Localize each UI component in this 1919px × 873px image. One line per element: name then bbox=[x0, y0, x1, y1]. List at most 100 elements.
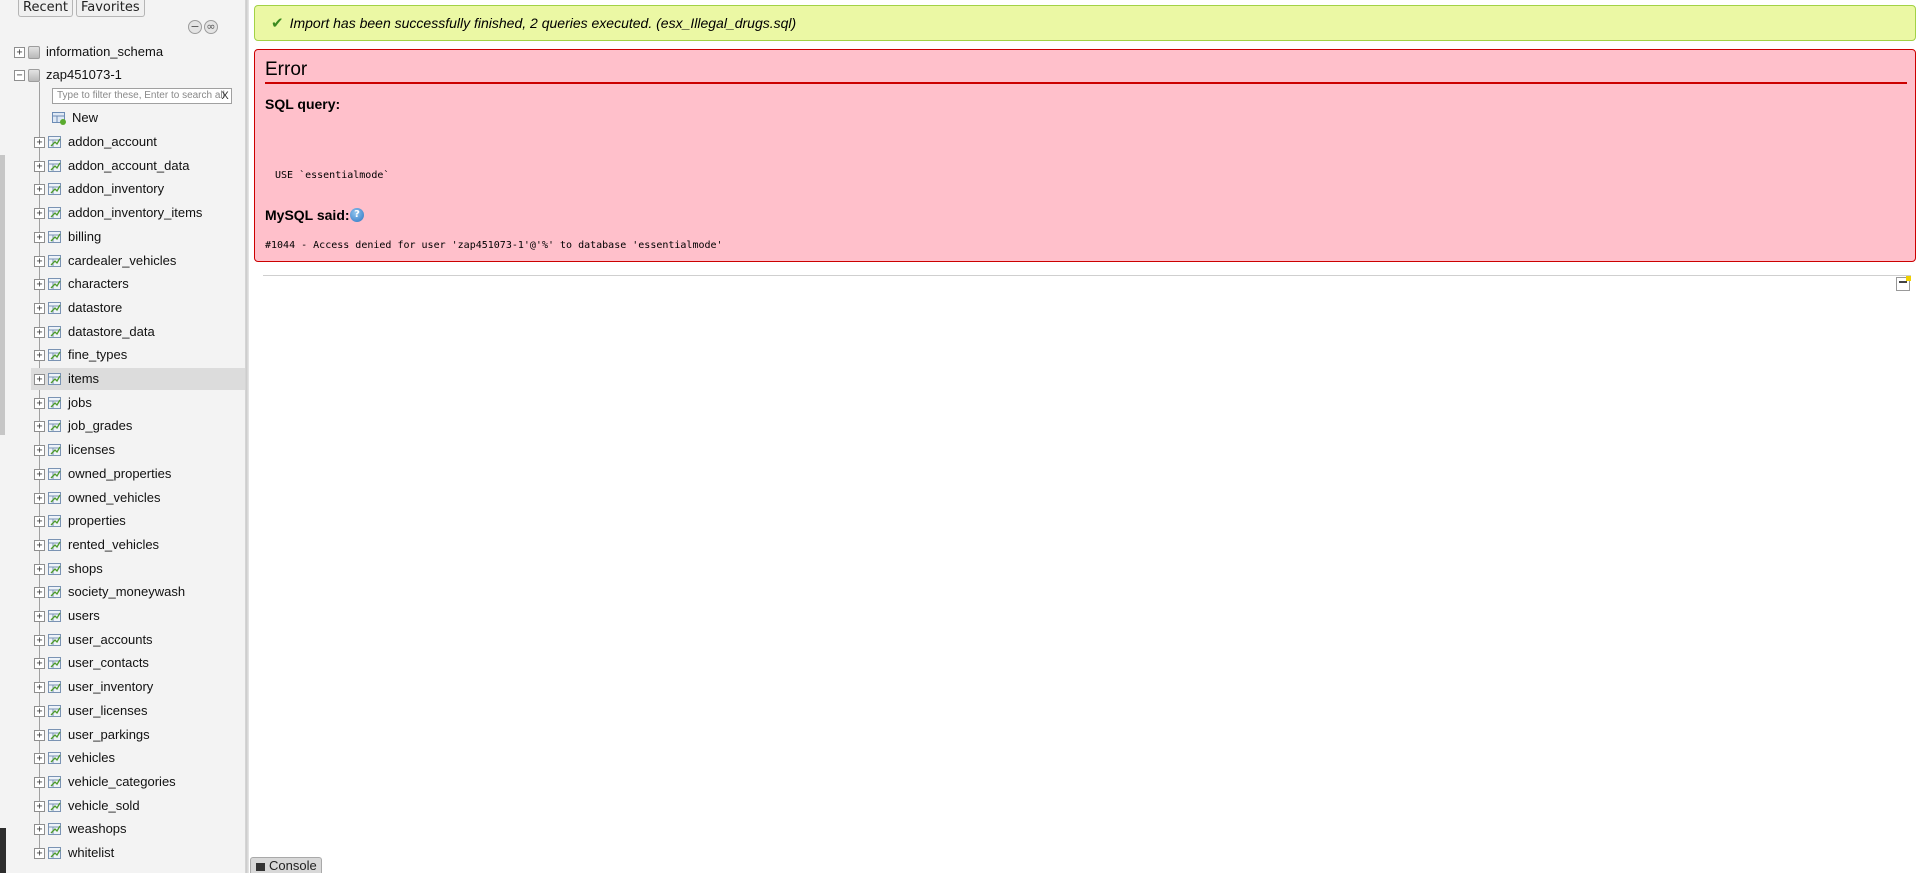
table-label[interactable]: vehicles bbox=[68, 750, 115, 765]
table-label[interactable]: addon_account bbox=[68, 134, 157, 149]
table-icon[interactable] bbox=[48, 704, 62, 718]
table-label[interactable]: user_inventory bbox=[68, 679, 153, 694]
table-icon[interactable] bbox=[48, 135, 62, 149]
db-label[interactable]: zap451073-1 bbox=[46, 67, 122, 82]
expand-icon[interactable]: + bbox=[34, 515, 45, 527]
new-table-item[interactable]: New bbox=[52, 107, 242, 129]
table-item-addon-account[interactable]: + addon_account bbox=[34, 131, 245, 153]
table-label[interactable]: whitelist bbox=[68, 845, 114, 860]
table-item-addon-inventory-items[interactable]: + addon_inventory_items bbox=[34, 202, 245, 224]
expand-icon[interactable]: + bbox=[34, 183, 45, 195]
expand-icon[interactable]: + bbox=[34, 539, 45, 551]
table-icon[interactable] bbox=[48, 230, 62, 244]
expand-icon[interactable]: + bbox=[34, 752, 45, 764]
table-icon[interactable] bbox=[48, 206, 62, 220]
expand-icon[interactable]: + bbox=[34, 776, 45, 788]
table-icon[interactable] bbox=[48, 775, 62, 789]
table-item-addon-inventory[interactable]: + addon_inventory bbox=[34, 178, 245, 200]
tab-recent[interactable]: Recent bbox=[18, 0, 73, 17]
expand-icon[interactable]: + bbox=[34, 847, 45, 859]
expand-icon[interactable]: + bbox=[34, 231, 45, 243]
left-scrollbar[interactable] bbox=[0, 155, 5, 435]
table-icon[interactable] bbox=[48, 491, 62, 505]
expand-icon[interactable]: + bbox=[34, 136, 45, 148]
table-icon[interactable] bbox=[48, 396, 62, 410]
expand-icon[interactable]: + bbox=[34, 444, 45, 456]
table-icon[interactable] bbox=[48, 419, 62, 433]
expand-icon[interactable]: + bbox=[34, 610, 45, 622]
page-settings-icon[interactable] bbox=[1896, 276, 1911, 291]
db-item-zap451073-1[interactable]: − zap451073-1 bbox=[14, 64, 122, 86]
expand-icon[interactable]: + bbox=[34, 278, 45, 290]
table-label[interactable]: billing bbox=[68, 229, 101, 244]
table-label[interactable]: users bbox=[68, 608, 100, 623]
table-icon[interactable] bbox=[48, 751, 62, 765]
table-label[interactable]: cardealer_vehicles bbox=[68, 253, 176, 268]
table-label[interactable]: job_grades bbox=[68, 418, 132, 433]
table-item-user-accounts[interactable]: + user_accounts bbox=[34, 629, 245, 651]
expand-icon[interactable]: + bbox=[34, 255, 45, 267]
table-item-user-parkings[interactable]: + user_parkings bbox=[34, 724, 245, 746]
new-label[interactable]: New bbox=[72, 110, 98, 125]
table-label[interactable]: vehicle_sold bbox=[68, 798, 140, 813]
table-item-fine-types[interactable]: + fine_types bbox=[34, 344, 245, 366]
table-label[interactable]: datastore_data bbox=[68, 324, 155, 339]
table-item-datastore-data[interactable]: + datastore_data bbox=[34, 321, 245, 343]
table-icon[interactable] bbox=[48, 585, 62, 599]
table-icon[interactable] bbox=[48, 467, 62, 481]
expand-icon[interactable]: + bbox=[34, 634, 45, 646]
table-item-properties[interactable]: + properties bbox=[34, 510, 245, 532]
table-label[interactable]: items bbox=[68, 371, 99, 386]
table-item-whitelist[interactable]: + whitelist bbox=[34, 842, 245, 864]
table-item-user-contacts[interactable]: + user_contacts bbox=[34, 652, 245, 674]
table-label[interactable]: rented_vehicles bbox=[68, 537, 159, 552]
table-label[interactable]: owned_properties bbox=[68, 466, 171, 481]
table-icon[interactable] bbox=[48, 159, 62, 173]
db-item-information-schema[interactable]: + information_schema bbox=[14, 41, 163, 63]
table-item-owned-vehicles[interactable]: + owned_vehicles bbox=[34, 487, 245, 509]
table-item-weashops[interactable]: + weashops bbox=[34, 818, 245, 840]
expand-icon[interactable]: + bbox=[34, 160, 45, 172]
table-icon[interactable] bbox=[48, 514, 62, 528]
table-item-user-licenses[interactable]: + user_licenses bbox=[34, 700, 245, 722]
expand-icon[interactable]: + bbox=[34, 373, 45, 385]
table-label[interactable]: owned_vehicles bbox=[68, 490, 161, 505]
table-item-users[interactable]: + users bbox=[34, 605, 245, 627]
console-tab[interactable]: Console bbox=[250, 857, 322, 873]
table-item-job-grades[interactable]: + job_grades bbox=[34, 415, 245, 437]
table-item-cardealer-vehicles[interactable]: + cardealer_vehicles bbox=[34, 250, 245, 272]
expand-icon[interactable]: + bbox=[34, 420, 45, 432]
table-item-datastore[interactable]: + datastore bbox=[34, 297, 245, 319]
table-item-shops[interactable]: + shops bbox=[34, 558, 245, 580]
table-label[interactable]: user_licenses bbox=[68, 703, 148, 718]
table-item-vehicles[interactable]: + vehicles bbox=[34, 747, 245, 769]
table-icon[interactable] bbox=[48, 562, 62, 576]
table-item-society-moneywash[interactable]: + society_moneywash bbox=[34, 581, 245, 603]
table-label[interactable]: addon_inventory bbox=[68, 181, 164, 196]
table-icon[interactable] bbox=[48, 254, 62, 268]
collapse-icon[interactable]: − bbox=[14, 69, 25, 81]
tab-favorites[interactable]: Favorites bbox=[75, 0, 145, 17]
table-item-vehicle-sold[interactable]: + vehicle_sold bbox=[34, 795, 245, 817]
table-item-jobs[interactable]: + jobs bbox=[34, 392, 245, 414]
link-with-main-icon[interactable]: ∞ bbox=[204, 20, 218, 34]
table-item-billing[interactable]: + billing bbox=[34, 226, 245, 248]
expand-icon[interactable]: + bbox=[34, 207, 45, 219]
table-icon[interactable] bbox=[48, 538, 62, 552]
table-label[interactable]: user_accounts bbox=[68, 632, 153, 647]
table-item-rented-vehicles[interactable]: + rented_vehicles bbox=[34, 534, 245, 556]
table-label[interactable]: addon_inventory_items bbox=[68, 205, 202, 220]
expand-icon[interactable]: + bbox=[34, 729, 45, 741]
expand-icon[interactable]: + bbox=[34, 800, 45, 812]
table-icon[interactable] bbox=[48, 325, 62, 339]
table-label[interactable]: shops bbox=[68, 561, 103, 576]
expand-icon[interactable]: + bbox=[34, 681, 45, 693]
table-icon[interactable] bbox=[48, 372, 62, 386]
table-item-characters[interactable]: + characters bbox=[34, 273, 245, 295]
table-icon[interactable] bbox=[48, 348, 62, 362]
table-label[interactable]: weashops bbox=[68, 821, 127, 836]
table-icon[interactable] bbox=[48, 633, 62, 647]
table-label[interactable]: addon_account_data bbox=[68, 158, 189, 173]
table-item-vehicle-categories[interactable]: + vehicle_categories bbox=[34, 771, 245, 793]
table-filter-input[interactable]: Type to filter these, Enter to search al… bbox=[52, 88, 232, 104]
